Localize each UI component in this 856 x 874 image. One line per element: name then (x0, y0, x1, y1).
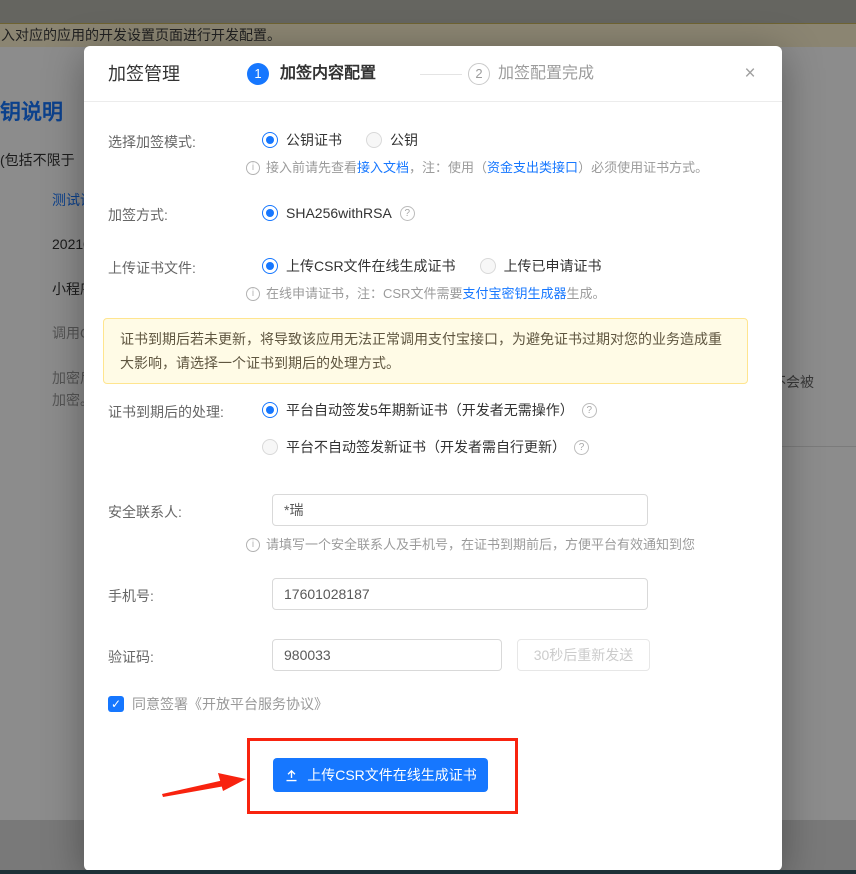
annotation-highlight-rect (247, 738, 518, 814)
step-connector (420, 74, 462, 75)
radio-sha256[interactable] (262, 205, 278, 221)
sign-algo-label: 加签方式: (108, 205, 168, 225)
radio-upload-existing[interactable] (480, 258, 496, 274)
agreement-checkbox[interactable]: ✓ (108, 696, 124, 712)
access-doc-link[interactable]: 接入文档 (357, 159, 409, 177)
close-icon[interactable]: × (736, 60, 764, 88)
phone-input[interactable] (272, 578, 648, 610)
hint-text: 接入前请先查看 (266, 159, 357, 177)
code-label: 验证码: (108, 647, 154, 667)
agreement-text: 同意签署 (132, 696, 188, 712)
step-1-indicator: 1 (247, 63, 269, 85)
cert-file-label: 上传证书文件: (108, 258, 196, 278)
radio-auto-renew-label: 平台自动签发5年期新证书（开发者无需操作） (286, 400, 574, 420)
hint-text: ）必须使用证书方式。 (578, 159, 708, 177)
resend-code-button[interactable]: 30秒后重新发送 (517, 639, 650, 671)
radio-auto-renew[interactable] (262, 402, 278, 418)
radio-public-key[interactable] (366, 132, 382, 148)
sign-management-dialog: 加签管理 1 加签内容配置 2 加签配置完成 × 选择加签模式: 公钥证书 公钥… (84, 46, 782, 871)
contact-hint: i 请填写一个安全联系人及手机号，在证书到期前后，方便平台有效通知到您 (246, 536, 695, 554)
cert-file-hint: i 在线申请证书，注：CSR文件需要 支付宝密钥生成器 生成。 (246, 285, 605, 303)
contact-input[interactable] (272, 494, 648, 526)
radio-sha256-label: SHA256withRSA (286, 203, 392, 223)
radio-upload-csr-label: 上传CSR文件在线生成证书 (286, 256, 456, 276)
phone-label: 手机号: (108, 586, 154, 606)
dialog-title: 加签管理 (108, 46, 180, 102)
service-agreement-link[interactable]: 《开放平台服务协议》 (188, 696, 328, 712)
hint-text: 在线申请证书，注：CSR文件需要 (266, 285, 462, 303)
radio-public-key-cert[interactable] (262, 132, 278, 148)
step-1-label: 加签内容配置 (280, 63, 376, 85)
hint-text: ，注：使用（ (409, 159, 487, 177)
bottom-edge-bar (0, 870, 856, 874)
step-2-label: 加签配置完成 (498, 63, 594, 85)
help-icon[interactable]: ? (574, 440, 589, 455)
radio-no-auto-renew[interactable] (262, 439, 278, 455)
step-2-indicator: 2 (468, 63, 490, 85)
radio-upload-existing-label: 上传已申请证书 (504, 256, 602, 276)
radio-upload-csr[interactable] (262, 258, 278, 274)
code-input[interactable] (272, 639, 502, 671)
hint-text: 生成。 (566, 285, 605, 303)
key-generator-link[interactable]: 支付宝密钥生成器 (462, 285, 566, 303)
radio-no-auto-renew-label: 平台不自动签发新证书（开发者需自行更新） (286, 437, 566, 457)
info-icon: i (246, 161, 260, 175)
expiry-warning-box: 证书到期后若未更新，将导致该应用无法正常调用支付宝接口，为避免证书过期对您的业务… (103, 318, 748, 384)
annotation-arrow (162, 766, 250, 802)
radio-public-key-label: 公钥 (390, 130, 418, 150)
help-icon[interactable]: ? (582, 403, 597, 418)
sign-mode-hint: i 接入前请先查看 接入文档 ，注：使用（ 资金支出类接口 ）必须使用证书方式。 (246, 159, 708, 177)
hint-text: 请填写一个安全联系人及手机号，在证书到期前后，方便平台有效通知到您 (266, 536, 695, 554)
fund-api-link[interactable]: 资金支出类接口 (487, 159, 578, 177)
info-icon: i (246, 287, 260, 301)
help-icon[interactable]: ? (400, 206, 415, 221)
sign-mode-label: 选择加签模式: (108, 132, 196, 152)
info-icon: i (246, 538, 260, 552)
contact-label: 安全联系人: (108, 502, 182, 522)
expiry-label: 证书到期后的处理: (108, 402, 224, 422)
radio-public-key-cert-label: 公钥证书 (286, 130, 342, 150)
dialog-header: 加签管理 1 加签内容配置 2 加签配置完成 × (84, 46, 782, 102)
